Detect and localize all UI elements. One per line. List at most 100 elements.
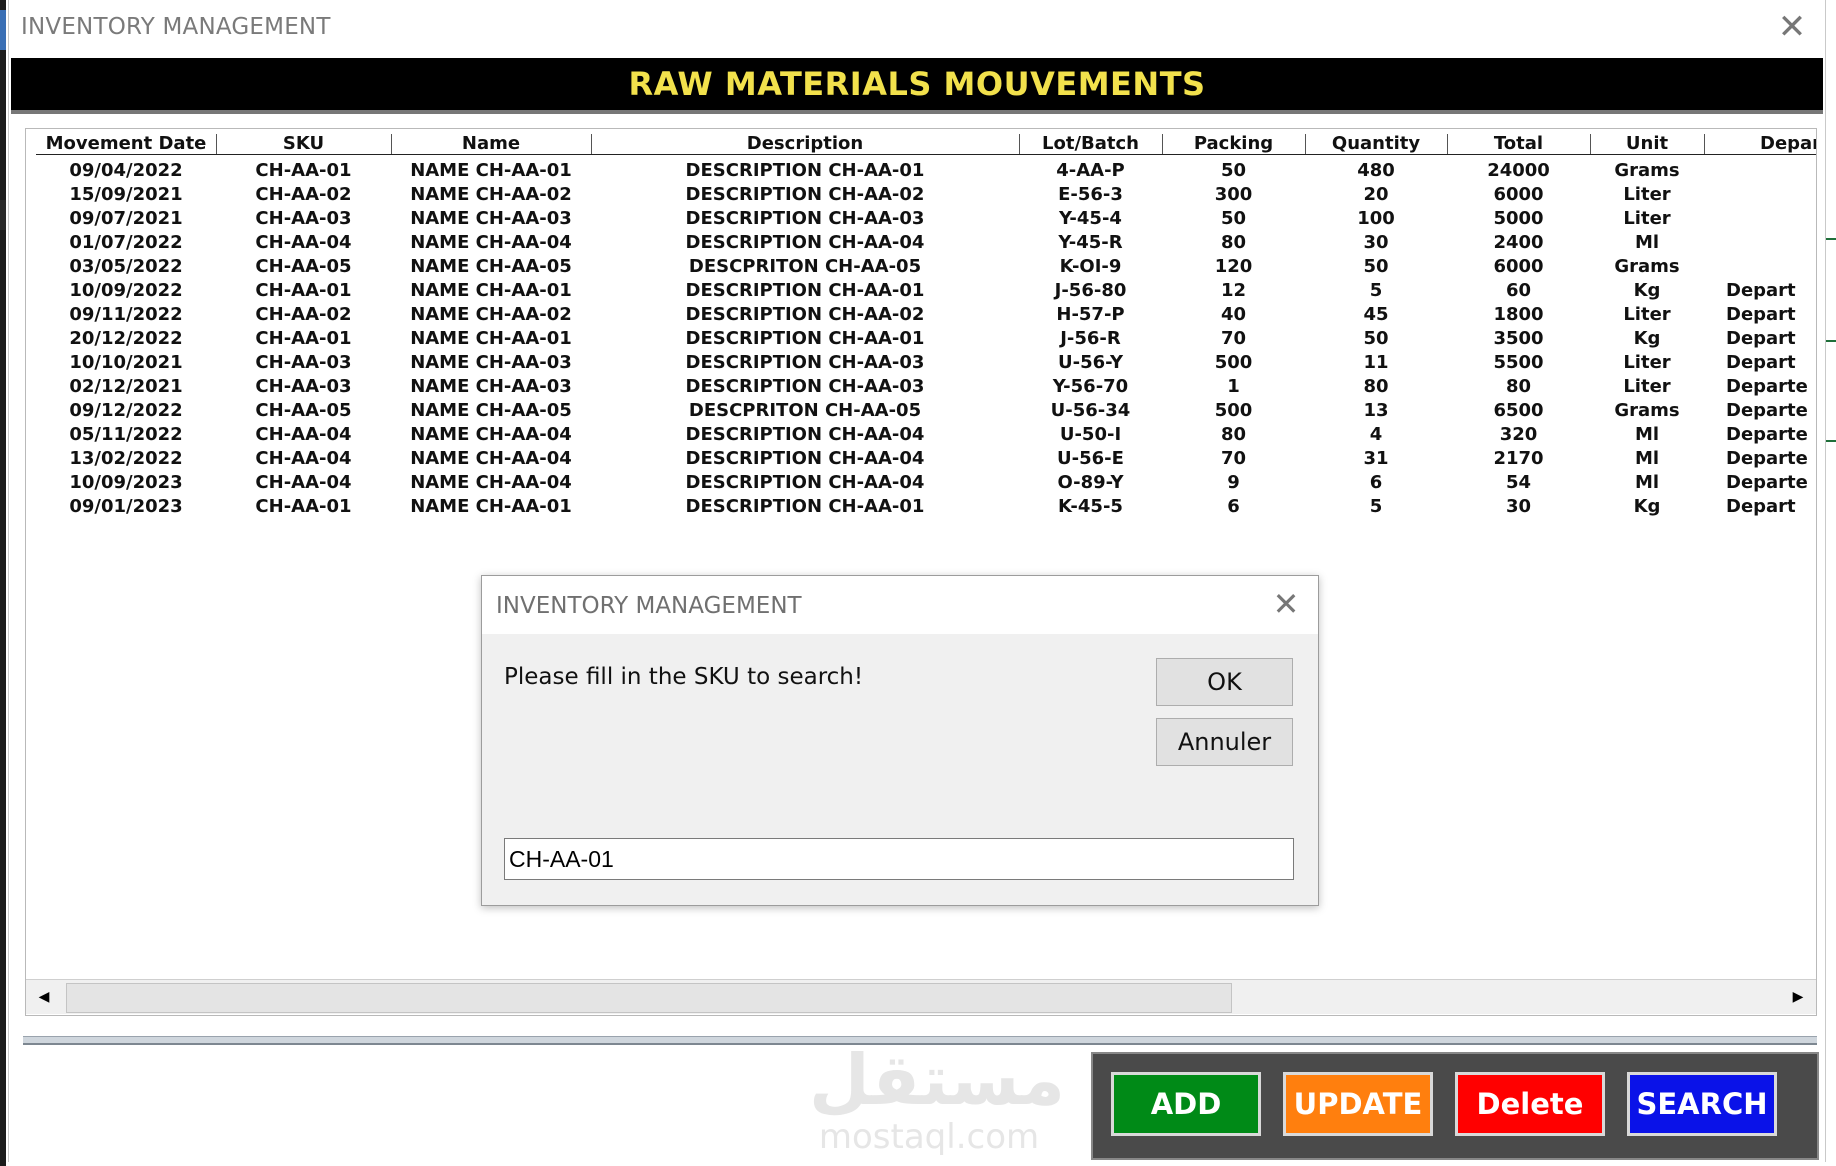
cell-quantity: 31 [1363,448,1389,469]
add-button[interactable]: ADD [1111,1072,1261,1136]
watermark-logo: مستقل mostaql.com [809,1040,1065,1157]
table-row[interactable]: 09/04/2022 CH-AA-01 NAME CH-AA-01 DESCRIPTI… [36,159,1816,183]
background-left-edge [0,0,6,1166]
cell-name: NAME CH-AA-05 [410,256,572,277]
cell-description: DESCRIPTION CH-AA-02 [685,304,925,325]
table-row[interactable]: 13/02/2022 CH-AA-04 NAME CH-AA-04 DESCRIPTI… [36,447,1816,471]
column-header-sku[interactable]: SKU [216,134,392,154]
cell-department [1704,159,1816,183]
delete-button[interactable]: Delete [1455,1072,1605,1136]
column-header-unit[interactable]: Unit [1590,134,1705,154]
cell-unit: Kg [1633,496,1661,517]
window-close-icon[interactable]: ✕ [1774,10,1810,46]
cell-packing: 6 [1227,496,1240,517]
cell-department: Depart [1726,280,1796,301]
column-header-movement-date[interactable]: Movement Date [36,134,217,154]
cell-movement-date: 13/02/2022 [69,448,183,469]
cell-quantity: 480 [1357,160,1395,181]
scrollbar-thumb[interactable] [66,983,1232,1013]
table-row[interactable]: 09/12/2022 CH-AA-05 NAME CH-AA-05 DESCPRITO… [36,399,1816,423]
cell-sku: CH-AA-03 [255,208,352,229]
background-line [1826,238,1836,240]
cell-sku: CH-AA-04 [255,448,352,469]
scroll-left-icon[interactable]: ◀ [28,980,60,1014]
table-row[interactable]: 01/07/2022 CH-AA-04 NAME CH-AA-04 DESCRIPTI… [36,231,1816,255]
cell-lot-batch: U-56-E [1057,448,1124,469]
cell-packing: 12 [1220,280,1247,301]
cell-sku: CH-AA-04 [255,472,352,493]
cell-name: NAME CH-AA-02 [410,184,572,205]
cell-name: NAME CH-AA-05 [410,400,572,421]
cell-name: NAME CH-AA-04 [410,232,572,253]
column-header-total[interactable]: Total [1447,134,1591,154]
cell-description: DESCRIPTION CH-AA-01 [685,496,925,517]
cell-packing: 50 [1220,160,1247,181]
table-row[interactable]: 09/07/2021 CH-AA-03 NAME CH-AA-03 DESCRIPTI… [36,207,1816,231]
cell-name: NAME CH-AA-01 [410,280,572,301]
cell-movement-date: 09/11/2022 [69,304,183,325]
cell-sku: CH-AA-05 [255,400,352,421]
cell-description: DESCRIPTION CH-AA-03 [685,208,925,229]
cell-quantity: 11 [1363,352,1389,373]
cell-sku: CH-AA-02 [255,184,352,205]
column-header-quantity[interactable]: Quantity [1305,134,1448,154]
cell-total: 60 [1505,280,1532,301]
cell-name: NAME CH-AA-04 [410,472,572,493]
table-row[interactable]: 03/05/2022 CH-AA-05 NAME CH-AA-05 DESCPRITO… [36,255,1816,279]
column-header-lot-batch[interactable]: Lot/Batch [1019,134,1163,154]
cell-lot-batch: U-56-Y [1058,352,1123,373]
watermark-latin: mostaql.com [818,1117,1040,1157]
column-header-name[interactable]: Name [391,134,592,154]
search-button[interactable]: SEARCH [1627,1072,1777,1136]
table-row[interactable]: 10/09/2022 CH-AA-01 NAME CH-AA-01 DESCRIPTI… [36,279,1816,303]
search-dialog: INVENTORY MANAGEMENT ✕ Please fill in th… [481,575,1319,906]
table-row[interactable]: 15/09/2021 CH-AA-02 NAME CH-AA-02 DESCRIPTI… [36,183,1816,207]
scroll-right-icon[interactable]: ▶ [1782,980,1814,1014]
table-row[interactable]: 05/11/2022 CH-AA-04 NAME CH-AA-04 DESCRIPTI… [36,423,1816,447]
table-row[interactable]: 20/12/2022 CH-AA-01 NAME CH-AA-01 DESCRIPTI… [36,327,1816,351]
cell-packing: 40 [1220,304,1247,325]
column-header-description[interactable]: Description [591,134,1020,154]
cell-quantity: 6 [1369,472,1383,493]
cell-movement-date: 10/09/2023 [69,472,183,493]
cell-lot-batch: Y-56-70 [1052,376,1129,397]
table-row[interactable]: 09/11/2022 CH-AA-02 NAME CH-AA-02 DESCRIPTI… [36,303,1816,327]
cell-total: 6000 [1493,184,1544,205]
cell-quantity: 80 [1363,376,1389,397]
cell-description: DESCRIPTION CH-AA-01 [685,280,925,301]
table-row[interactable]: 09/01/2023 CH-AA-01 NAME CH-AA-01 DESCRIPTI… [36,495,1816,519]
background-right-edge [1826,0,1836,1166]
cell-description: DESCPRITON CH-AA-05 [688,256,922,277]
cell-lot-batch: J-56-R [1060,328,1121,349]
horizontal-scrollbar[interactable]: ◀ ▶ [26,979,1816,1014]
dialog-title: INVENTORY MANAGEMENT [496,593,802,619]
cell-lot-batch: E-56-3 [1058,184,1123,205]
cell-total: 6000 [1493,256,1544,277]
dialog-close-icon[interactable]: ✕ [1268,586,1304,622]
update-button[interactable]: UPDATE [1283,1072,1433,1136]
cell-movement-date: 10/09/2022 [69,280,183,301]
ok-button[interactable]: OK [1156,658,1293,706]
cell-department: Depart [1726,328,1796,349]
cell-description: DESCRIPTION CH-AA-04 [685,448,925,469]
cancel-button[interactable]: Annuler [1156,718,1293,766]
cell-quantity: 4 [1369,424,1383,445]
cell-description: DESCRIPTION CH-AA-04 [685,424,925,445]
background-line [1826,340,1836,342]
cell-packing: 70 [1220,448,1247,469]
cell-sku: CH-AA-04 [255,232,352,253]
column-header-packing[interactable]: Packing [1162,134,1306,154]
cell-lot-batch: K-45-5 [1058,496,1123,517]
cell-department [1704,183,1816,207]
sku-search-input[interactable] [504,838,1294,880]
cell-quantity: 20 [1363,184,1389,205]
cell-unit: Grams [1614,400,1680,421]
cell-total: 54 [1505,472,1532,493]
table-row[interactable]: 10/09/2023 CH-AA-04 NAME CH-AA-04 DESCRIPTI… [36,471,1816,495]
cell-quantity: 45 [1363,304,1389,325]
cell-department: Departe [1726,424,1808,445]
cell-description: DESCRIPTION CH-AA-03 [685,352,925,373]
column-header-department[interactable]: Depar [1704,134,1816,154]
table-row[interactable]: 02/12/2021 CH-AA-03 NAME CH-AA-03 DESCRIPTI… [36,375,1816,399]
table-row[interactable]: 10/10/2021 CH-AA-03 NAME CH-AA-03 DESCRIPTI… [36,351,1816,375]
